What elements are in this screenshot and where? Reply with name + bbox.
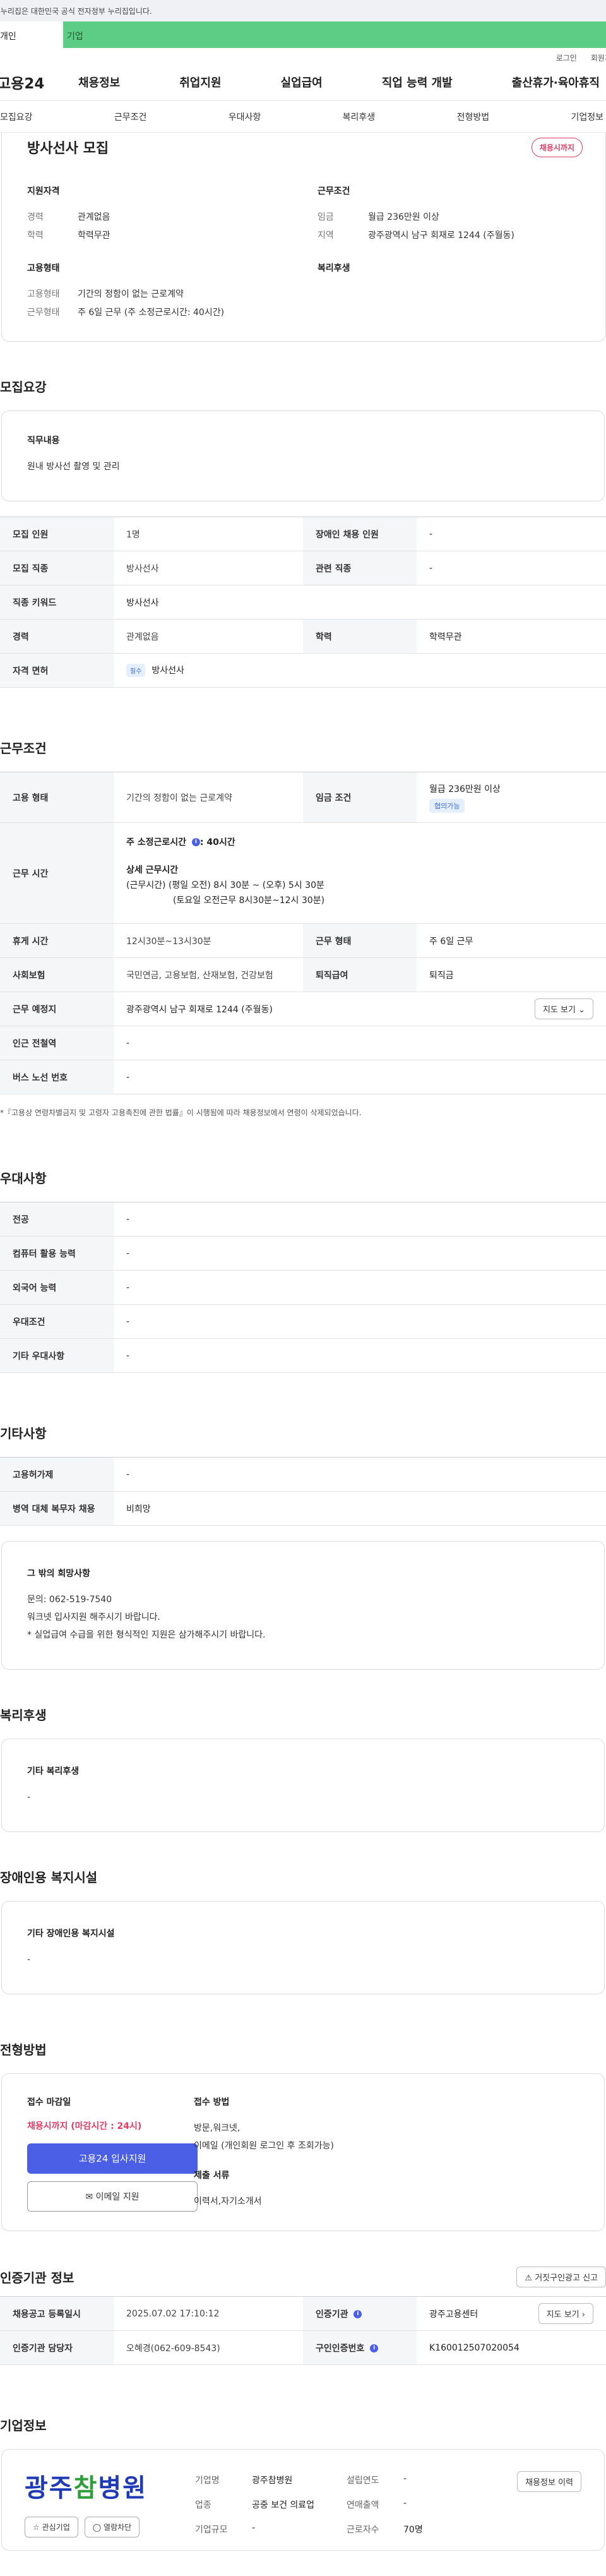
bell-icon: ⚠: [525, 2273, 533, 2283]
recruit-heading: 모집요강: [0, 380, 47, 395]
deadline-badge: 채용시까지: [531, 137, 583, 157]
welfare-summary-section: 복리후생: [318, 263, 350, 273]
disability-box: 기타 장애인용 복지시설 -: [1, 1901, 605, 1994]
cert-map-button[interactable]: 지도 보기 ›: [538, 2303, 593, 2324]
apply-button[interactable]: 고용24 입사지원: [27, 2143, 198, 2174]
block-icon: ◯: [92, 2523, 102, 2532]
other-table: 고용허가제 - 병역 대체 복무자 채용 비희망: [0, 1457, 606, 1526]
tab-company[interactable]: 기업: [63, 21, 606, 48]
job-summary-card: 방사선사 모집 채용시까지 지원자격 경력 관계없음 학력 학력무관 근무조건 임금…: [1, 133, 606, 342]
chevron-right-icon: ›: [581, 2310, 585, 2320]
mail-icon: ✉: [85, 2192, 93, 2202]
pref-table: 전공 - 컴퓨터 활용 능력 - 외국어 능력 - 우대조건 - 기타 우대사항 -: [0, 1202, 606, 1373]
subnav-welfare[interactable]: 복리후생: [343, 111, 376, 123]
menu-skills[interactable]: 직업 능력 개발: [382, 74, 453, 90]
section-nav: 모집요강 근무조건 우대사항 복리후생 전형방법 기업정보: [0, 101, 606, 133]
member-type-tabs: 개인 기업: [0, 21, 606, 48]
pref-heading: 우대사항: [0, 1171, 47, 1186]
employment-type-section: 고용형태 고용형태 기간의 정함이 없는 근로계약 근무형태 주 6일 근무 (주 …: [27, 263, 225, 318]
site-logo[interactable]: 고용24: [0, 71, 78, 93]
qualification-section: 지원자격 경력 관계없음 학력 학력무관: [27, 186, 110, 241]
interest-company-button[interactable]: ☆ 관심기업: [25, 2517, 78, 2537]
negotiable-chip: 협의가능: [429, 798, 465, 813]
info-icon[interactable]: i: [370, 2344, 379, 2352]
welfare-heading: 복리후생: [0, 1708, 47, 1723]
company-card: 광주참병원 ☆ 관심기업 ◯ 열람차단 기업명 광주참병원 설립연도 - 업종 공중 보…: [1, 2449, 605, 2551]
subnav-work[interactable]: 근무조건: [114, 111, 147, 123]
menu-leave[interactable]: 출산휴가·육아휴직: [512, 74, 600, 90]
tab-personal[interactable]: 개인: [0, 21, 63, 48]
join-link[interactable]: 회원가입: [591, 52, 606, 63]
hiring-history-button[interactable]: 채용정보 이력: [517, 2471, 581, 2492]
subnav-pref[interactable]: 우대사항: [229, 111, 261, 123]
info-icon[interactable]: i: [354, 2310, 362, 2318]
company-logo: 광주참병원: [25, 2473, 148, 2503]
login-link[interactable]: 로그인: [556, 52, 577, 63]
subnav-apply[interactable]: 전형방법: [457, 111, 490, 123]
global-nav: 고용24 채용정보 취업지원 실업급여 직업 능력 개발 출산휴가·육아휴직: [0, 63, 606, 101]
deadline-text: 채용시까지 (마감시간 : 24시): [27, 2121, 142, 2131]
apply-box: 접수 마감일 채용시까지 (마감시간 : 24시) 고용24 입사지원 ✉ 이메…: [1, 2073, 605, 2231]
cert-heading: 인증기관 정보: [0, 2270, 74, 2285]
chevron-down-icon: ⌄: [578, 1005, 585, 1015]
map-view-button[interactable]: 지도 보기 ⌄: [534, 998, 593, 1019]
utility-bar: 로그인 회원가입: [0, 48, 606, 63]
subnav-recruit[interactable]: 모집요강: [0, 111, 33, 123]
job-title: 방사선사 모집: [27, 141, 109, 157]
company-heading: 기업정보: [0, 2418, 47, 2433]
required-chip: 필수: [126, 664, 146, 678]
menu-jobs[interactable]: 채용정보: [78, 74, 120, 90]
main-menu: 채용정보 취업지원 실업급여 직업 능력 개발 출산휴가·육아휴직: [78, 74, 606, 90]
gov-notice: 이 누리집은 대한민국 공식 전자정부 누리집입니다.: [0, 0, 606, 21]
report-fake-ad-button[interactable]: ⚠ 거짓구인광고 신고: [516, 2267, 606, 2287]
apply-heading: 전형방법: [0, 2042, 47, 2058]
disability-heading: 장애인용 복지시설: [0, 1870, 98, 1885]
block-view-button[interactable]: ◯ 열람차단: [84, 2517, 140, 2537]
subnav-company[interactable]: 기업정보: [571, 111, 603, 123]
email-apply-button[interactable]: ✉ 이메일 지원: [27, 2181, 198, 2212]
info-icon[interactable]: i: [191, 838, 200, 846]
menu-employment-support[interactable]: 취업지원: [179, 74, 221, 90]
work-table: 고용 형태 기간의 정함이 없는 근로계약 임금 조건 월급 236만원 이상 협의가능…: [0, 772, 606, 1094]
job-description-box: 직무내용 원내 방사선 촬영 및 관리: [1, 410, 605, 501]
age-notice: *『고용상 연령차별금지 및 고령자 고용촉진에 관한 법률』이 시행됨에 따라…: [0, 1108, 362, 1117]
work-condition-section: 근무조건 임금 월급 236만원 이상 지역 광주광역시 남구 회재로 1244 (…: [318, 186, 514, 241]
cert-table: 채용공고 등록일시 2025.07.02 17:10:12 인증기관 i 광주고용센터…: [0, 2296, 606, 2365]
other-request-box: 그 밖의 희망사항 문의: 062-519-7540 워크넷 입사지원 해주시기…: [1, 1541, 605, 1670]
welfare-box: 기타 복리후생 -: [1, 1739, 605, 1832]
work-heading: 근무조건: [0, 741, 47, 756]
menu-unemployment-benefit[interactable]: 실업급여: [281, 74, 323, 90]
other-heading: 기타사항: [0, 1426, 47, 1441]
star-icon: ☆: [33, 2523, 40, 2532]
recruit-table: 모집 인원 1명 장애인 채용 인원 - 모집 직종 방사선사 관련 직종 - 직종 키워드…: [0, 517, 606, 688]
